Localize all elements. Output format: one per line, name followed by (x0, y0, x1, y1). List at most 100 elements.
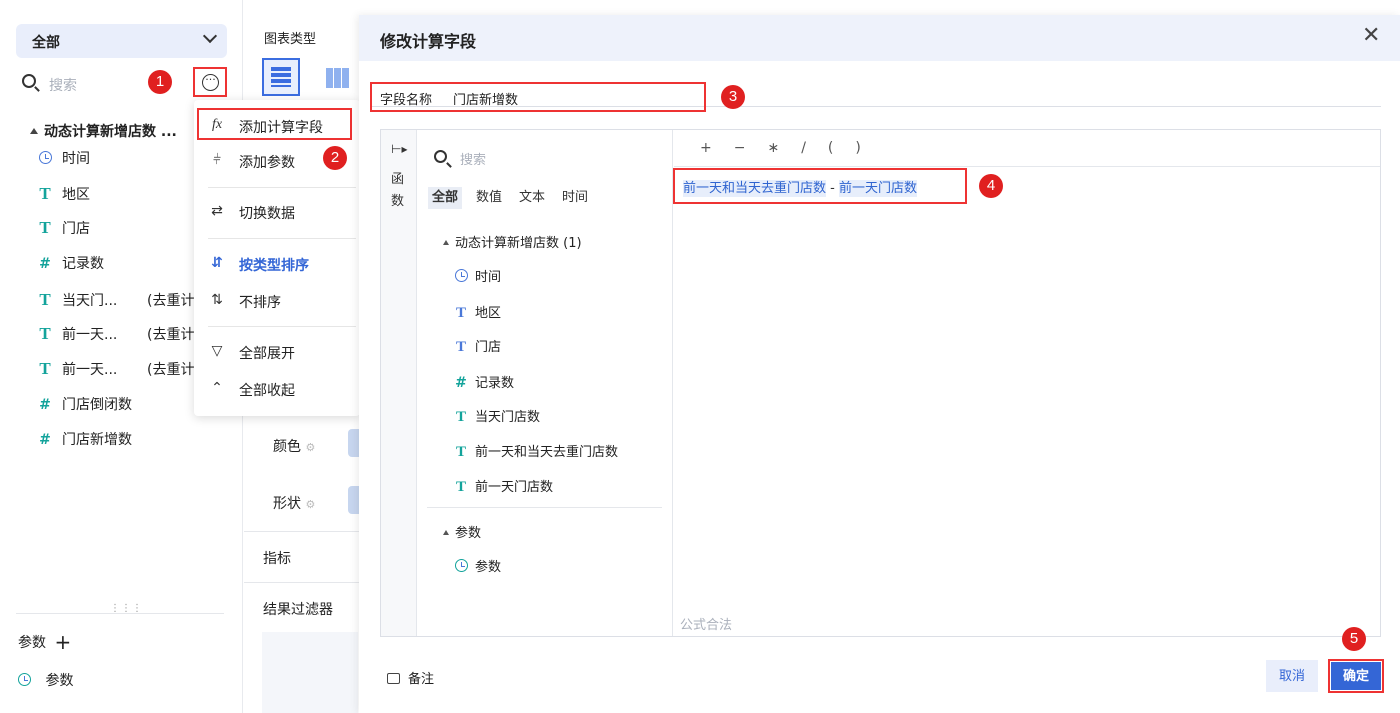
text-type-icon: T (39, 359, 51, 378)
menu-item-collapse-all[interactable]: ⌃ 全部收起 (194, 371, 360, 407)
note-button[interactable]: 备注 (387, 668, 434, 687)
step-badge-1: 1 (148, 70, 172, 94)
chevron-down-icon (202, 28, 218, 44)
cancel-button[interactable]: 取消 (1266, 660, 1318, 692)
cross-table-chart-icon[interactable] (326, 68, 350, 88)
table-chart-icon[interactable] (262, 58, 300, 96)
collapse-triangle-icon (443, 240, 449, 245)
menu-item-expand-all[interactable]: ▽ 全部展开 (194, 334, 360, 370)
formula-operator: - (826, 181, 839, 196)
field-item[interactable]: T 地区 (36, 184, 90, 208)
filter-tag-number[interactable]: 数值 (472, 187, 506, 209)
dataset-tree-title: 动态计算新增店数 ... (44, 124, 177, 140)
picker-field-item[interactable]: T 前一天和当天去重门店数 (453, 441, 618, 461)
plus-operator[interactable]: + (700, 140, 712, 156)
picker-params-header[interactable]: 参数 (443, 522, 481, 541)
menu-item-no-sort[interactable]: ⇅ 不排序 (194, 283, 360, 319)
result-filter-dropzone[interactable] (262, 632, 358, 713)
param-item[interactable]: 参数 (18, 670, 73, 690)
menu-item-switch-data[interactable]: ⇄ 切换数据 (194, 194, 360, 230)
params-label: 参数 (18, 635, 46, 651)
collapse-triangle-icon (30, 128, 38, 134)
param-item-label: 参数 (45, 673, 74, 689)
field-item-label: 当天门... (62, 293, 118, 309)
menu-divider (208, 187, 356, 188)
picker-field-label: 当天门店数 (475, 410, 541, 425)
function-tab-label: 函 (391, 172, 405, 187)
text-type-icon: T (39, 290, 51, 309)
field-item[interactable]: T 前一天... (去重计 (36, 359, 194, 383)
note-label: 备注 (408, 672, 435, 687)
picker-field-label: 前一天门店数 (475, 480, 554, 495)
note-icon (387, 673, 400, 684)
filter-tag-all[interactable]: 全部 (428, 187, 463, 209)
picker-field-label: 前一天和当天去重门店数 (475, 445, 619, 460)
picker-group-header[interactable]: 动态计算新增店数 (1) (443, 232, 582, 251)
close-icon[interactable]: ✕ (1362, 25, 1380, 47)
more-options-button[interactable]: ··· (193, 67, 227, 97)
dataset-tree-header[interactable]: 动态计算新增店数 ... (30, 121, 177, 141)
filter-tag-time[interactable]: 时间 (558, 187, 592, 209)
picker-search-input[interactable]: 搜索 (460, 149, 486, 168)
field-name-input[interactable]: 门店新增数 (453, 89, 518, 108)
field-search-input[interactable]: 搜索 (49, 75, 77, 95)
field-item[interactable]: T 当天门... (去重计 (36, 290, 194, 314)
picker-field-label: 记录数 (475, 376, 515, 391)
menu-divider (208, 238, 356, 239)
picker-field-item[interactable]: 时间 (453, 266, 501, 285)
divide-operator[interactable]: / (801, 140, 806, 156)
function-tab-label: 数 (391, 194, 405, 209)
field-item-label: 时间 (62, 151, 90, 167)
dataset-select[interactable]: 全部 (16, 24, 227, 58)
formula-token: 前一天门店数 (838, 180, 917, 197)
picker-param-item[interactable]: 参数 (453, 556, 501, 575)
field-item-label: 门店 (62, 221, 90, 237)
menu-item-label: 添加参数 (239, 155, 295, 171)
step-badge-5: 5 (1342, 627, 1366, 651)
filter-tag-text[interactable]: 文本 (515, 187, 549, 209)
search-icon (22, 74, 40, 92)
field-item[interactable]: # 门店倒闭数 (36, 394, 132, 418)
metric-label: 指标 (263, 551, 291, 567)
picker-field-item[interactable]: # 记录数 (453, 372, 514, 391)
picker-field-item[interactable]: T 地区 (453, 302, 501, 322)
field-item[interactable]: T 前一天... (去重计 (36, 324, 194, 348)
field-item-aggregation: (去重计 (147, 293, 195, 309)
param-icon (453, 559, 469, 575)
field-item-label: 记录数 (62, 256, 104, 272)
text-type-icon: T (455, 305, 466, 321)
divider (244, 582, 359, 583)
menu-item-sort-by-type[interactable]: ⇵ 按类型排序 (194, 246, 360, 282)
highlight-add-calc-field (197, 108, 352, 140)
picker-field-item[interactable]: T 前一天门店数 (453, 476, 553, 496)
minus-operator[interactable]: − (734, 140, 746, 156)
menu-item-label: 按类型排序 (239, 258, 309, 274)
text-type-icon: T (39, 218, 51, 237)
divider (674, 166, 1380, 167)
function-tab[interactable]: ⊢▸ 函 数 (381, 130, 417, 636)
divider (16, 613, 224, 614)
multiply-operator[interactable]: ∗ (767, 140, 779, 156)
field-item-label: 门店新增数 (62, 432, 132, 448)
text-type-icon: T (455, 339, 466, 355)
collapse-all-icon: ⌃ (211, 380, 223, 396)
picker-field-item[interactable]: T 当天门店数 (453, 406, 540, 426)
no-sort-icon: ⇅ (211, 292, 223, 308)
open-paren-operator[interactable]: ( (828, 140, 833, 156)
field-item[interactable]: 时间 (36, 148, 90, 172)
divider (427, 507, 662, 508)
confirm-button[interactable]: 确定 (1331, 662, 1381, 690)
result-filter-label: 结果过滤器 (263, 602, 333, 618)
formula-input[interactable]: 前一天和当天去重门店数 - 前一天门店数 (683, 177, 917, 197)
field-item-label: 门店倒闭数 (62, 397, 132, 413)
clock-icon (453, 269, 469, 285)
field-item-aggregation: (去重计 (147, 362, 195, 378)
field-name-label: 字段名称 (380, 93, 433, 108)
close-paren-operator[interactable]: ) (855, 140, 860, 156)
picker-field-label: 地区 (475, 306, 502, 321)
add-param-button[interactable]: + (54, 630, 71, 654)
field-item[interactable]: # 门店新增数 (36, 429, 132, 453)
field-item[interactable]: T 门店 (36, 218, 90, 242)
field-item[interactable]: # 记录数 (36, 253, 104, 277)
picker-field-item[interactable]: T 门店 (453, 336, 501, 356)
